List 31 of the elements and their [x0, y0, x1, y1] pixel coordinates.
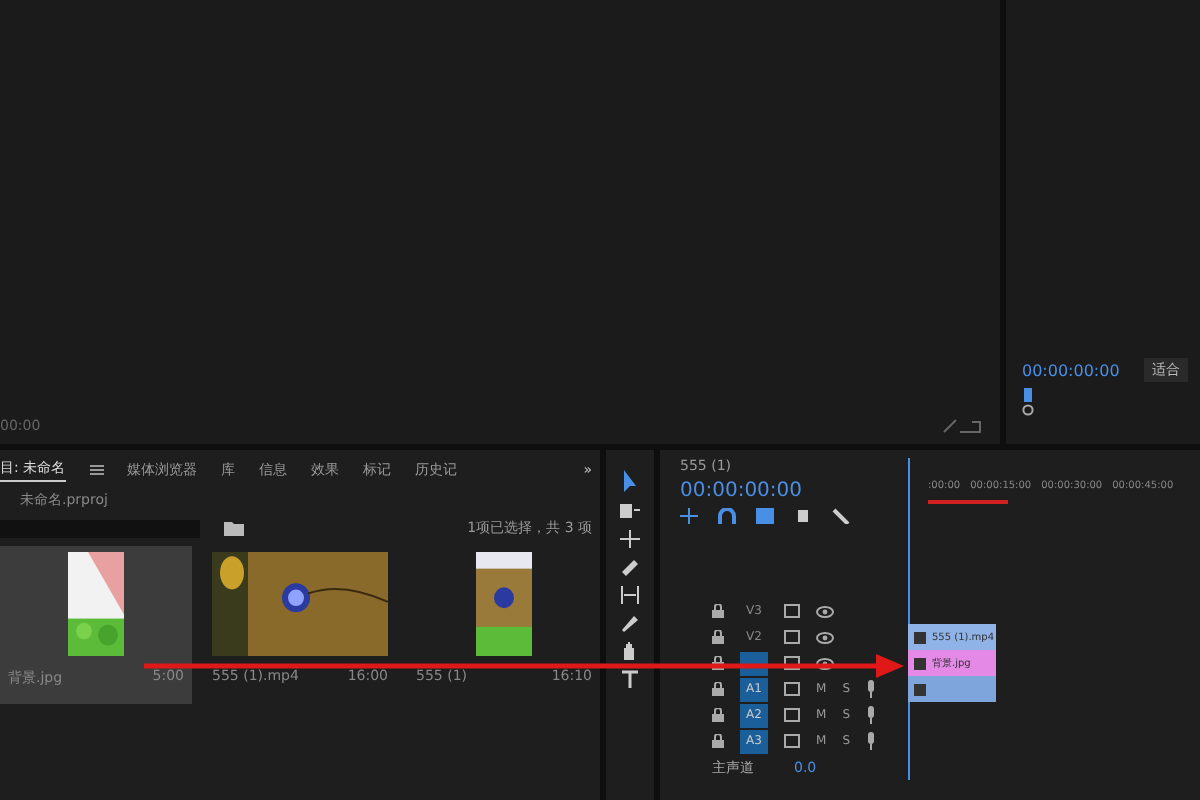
eye-icon[interactable] — [816, 605, 834, 617]
lock-icon[interactable] — [712, 708, 724, 722]
lock-icon[interactable] — [712, 734, 724, 748]
eye-icon[interactable] — [816, 657, 834, 669]
magnet-icon[interactable] — [718, 508, 736, 524]
marker-icon[interactable] — [794, 508, 812, 524]
microphone-icon[interactable] — [866, 706, 876, 724]
clip-fx-icon — [914, 683, 926, 695]
menu-icon[interactable] — [89, 464, 104, 476]
lock-icon[interactable] — [712, 604, 724, 618]
program-timecode[interactable]: 00:00:00:00 — [1022, 361, 1120, 379]
type-icon[interactable] — [620, 670, 640, 688]
lock-icon[interactable] — [712, 682, 724, 696]
microphone-icon[interactable] — [866, 680, 876, 698]
eye-icon[interactable] — [816, 631, 834, 643]
timeline-clip[interactable] — [908, 676, 996, 702]
razor-icon[interactable] — [620, 558, 640, 576]
hand-icon[interactable] — [620, 642, 640, 660]
ripple-icon[interactable] — [620, 530, 640, 548]
clip-fx-icon — [914, 657, 926, 669]
playhead-icon[interactable] — [1022, 388, 1034, 416]
timeline-timecode[interactable]: 00:00:00:00 — [680, 480, 928, 502]
lock-icon[interactable] — [712, 630, 724, 644]
lock-icon[interactable] — [712, 656, 724, 670]
slip-icon[interactable] — [620, 586, 640, 604]
snap-icon[interactable] — [680, 508, 698, 524]
folder-icon[interactable] — [224, 520, 244, 536]
selection-tool-icon[interactable] — [620, 470, 640, 492]
clip-fx-icon — [914, 631, 926, 643]
track-select-icon[interactable] — [620, 502, 640, 520]
microphone-icon[interactable] — [866, 732, 876, 750]
